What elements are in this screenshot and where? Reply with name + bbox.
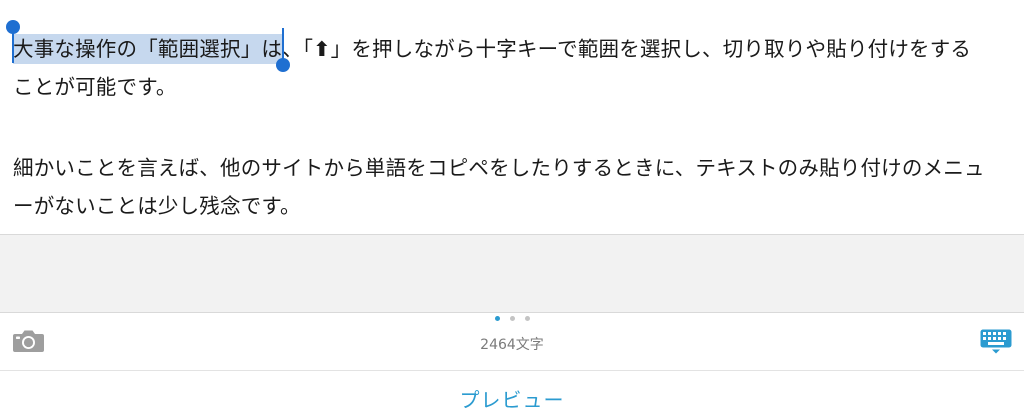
paragraph-2-line-1: 細かいことを言えば、他のサイトから単語をコピペをしたりするときに、テキストのみ貼… <box>13 156 985 180</box>
preview-bar: プレビュー <box>0 371 1024 417</box>
character-count: 2464文字 <box>480 337 544 353</box>
editor-toolbar: 2464文字 <box>0 313 1024 371</box>
paragraph-1-line-1: 大事な操作の「範囲選択」は 、「⬆」を押しながら十字キーで範囲を選択し、切り取りや… <box>6 20 1008 72</box>
text-run: 」を押しながら十字キーで範囲を選択し、切り取りや貼り付けをする <box>330 37 972 61</box>
text-selection[interactable]: 大事な操作の「範囲選択」は <box>6 20 291 72</box>
shift-arrow-glyph: ⬆ <box>313 37 331 61</box>
page-dot-1[interactable] <box>494 316 500 321</box>
editor-footer-area <box>0 234 1024 313</box>
paragraph-1-line-2: ことが可能です。 <box>13 75 177 99</box>
text-editor[interactable]: 大事な操作の「範囲選択」は 、「⬆」を押しながら十字キーで範囲を選択し、切り取りや… <box>0 0 1024 234</box>
paragraph-2[interactable]: 細かいことを言えば、他のサイトから単語をコピペをしたりするときに、テキストのみ貼… <box>13 149 1008 225</box>
selection-start-handle[interactable] <box>6 20 20 63</box>
paragraph-1[interactable]: 大事な操作の「範囲選択」は 、「⬆」を押しながら十字キーで範囲を選択し、切り取りや… <box>6 20 1008 106</box>
selected-text: 大事な操作の「範囲選択」は <box>13 37 283 61</box>
page-indicator[interactable] <box>0 316 1024 321</box>
paragraph-2-line-2: ーがないことは少し残念です。 <box>13 194 301 218</box>
preview-button[interactable]: プレビュー <box>0 384 1024 413</box>
text-run: 、「 <box>282 37 314 61</box>
keyboard-dismiss-icon[interactable] <box>980 329 1012 355</box>
page-dot-2[interactable] <box>509 316 515 321</box>
selection-end-handle[interactable] <box>276 28 291 72</box>
page-dot-3[interactable] <box>524 316 530 321</box>
